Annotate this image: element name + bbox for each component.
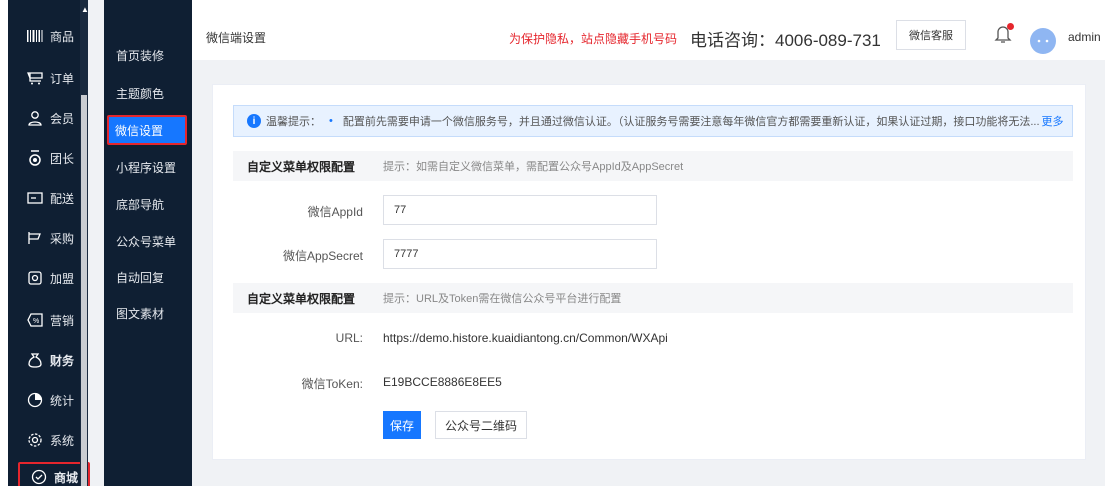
cart-icon <box>26 69 44 87</box>
sidebar-item-label: 团长 <box>50 151 75 166</box>
subnav-item-bottom-nav[interactable]: 底部导航 <box>110 189 190 219</box>
primary-sidebar: 商品 订单 会员 团长 配送 采购 加盟 % 营销 财务 统计 系统 商城 ▲ <box>0 0 90 486</box>
page-title: 微信端设置 <box>206 31 267 45</box>
scrollbar-thumb[interactable] <box>81 95 87 486</box>
avatar[interactable] <box>1030 28 1056 54</box>
settings-card: i 温馨提示： • 配置前先需要申请一个微信服务号，并且通过微信认证。（认证服务… <box>212 84 1086 460</box>
sidebar-item-label: 财务 <box>50 353 75 368</box>
url-label: URL: <box>335 331 363 345</box>
info-icon: i <box>247 114 261 128</box>
sidebar-item-marketing[interactable]: % 营销 <box>16 305 88 335</box>
phone-consult: 电话咨询：4006-089-731 <box>690 31 881 50</box>
truck-icon <box>26 189 44 207</box>
leader-icon <box>26 149 44 167</box>
appid-input[interactable] <box>383 195 657 225</box>
sidebar-item-goods[interactable]: 商品 <box>16 21 88 51</box>
appid-label: 微信AppId <box>307 205 363 219</box>
notification-dot <box>1007 23 1014 30</box>
subnav-item-miniprogram-settings[interactable]: 小程序设置 <box>110 152 190 182</box>
appsecret-input[interactable] <box>383 239 657 269</box>
subnav-item-media[interactable]: 图文素材 <box>110 298 190 328</box>
subnav-item-auto-reply[interactable]: 自动回复 <box>110 262 190 292</box>
sidebar-item-label: 采购 <box>50 231 75 246</box>
subnav-item-home-decoration[interactable]: 首页装修 <box>110 40 190 70</box>
shop-icon <box>30 468 48 486</box>
gear-icon <box>26 431 44 449</box>
sidebar-item-label: 商城 <box>54 470 79 485</box>
sidebar-item-delivery[interactable]: 配送 <box>16 183 88 213</box>
tip-text: 配置前先需要申请一个微信服务号，并且通过微信认证。（认证服务号需要注意每年微信官… <box>342 116 1040 128</box>
section-hint: 提示：如需自定义微信菜单，需配置公众号AppId及AppSecret <box>383 161 684 173</box>
franchise-icon <box>26 269 44 287</box>
sidebar-item-label: 统计 <box>50 393 75 408</box>
svg-text:%: % <box>33 318 39 325</box>
token-label: 微信ToKen: <box>301 377 363 391</box>
token-value: E19BCCE8886E8EE5 <box>383 375 502 389</box>
subnav-item-official-menu[interactable]: 公众号菜单 <box>110 226 190 256</box>
appsecret-label: 微信AppSecret <box>282 249 363 263</box>
subnav-item-wechat-settings[interactable]: 微信设置 <box>107 115 187 145</box>
subnav-item-theme-color[interactable]: 主题颜色 <box>110 78 190 108</box>
discount-icon: % <box>26 311 44 329</box>
sidebar-item-stats[interactable]: 统计 <box>16 385 88 415</box>
sidebar-item-franchise[interactable]: 加盟 <box>16 263 88 293</box>
sidebar-item-label: 加盟 <box>50 271 75 286</box>
tip-more-link[interactable]: 更多 <box>1042 113 1064 129</box>
barcode-icon <box>26 27 44 45</box>
purchase-icon <box>26 229 44 247</box>
sidebar-item-label: 营销 <box>50 313 75 328</box>
sidebar-item-label: 配送 <box>50 191 75 206</box>
save-button[interactable]: 保存 <box>383 411 421 439</box>
sidebar-item-label: 商品 <box>50 29 75 44</box>
section-hint: 提示：URL及Token需在微信公众号平台进行配置 <box>383 293 622 305</box>
sidebar-item-purchase[interactable]: 采购 <box>16 223 88 253</box>
section-header-appid: 自定义菜单权限配置 提示：如需自定义微信菜单，需配置公众号AppId及AppSe… <box>233 151 1073 181</box>
section-header-url: 自定义菜单权限配置 提示：URL及Token需在微信公众号平台进行配置 <box>233 283 1073 313</box>
dot-separator: • <box>329 115 333 127</box>
sidebar-item-label: 订单 <box>50 71 75 86</box>
user-icon <box>26 109 44 127</box>
finance-icon <box>26 351 44 369</box>
section-title: 自定义菜单权限配置 <box>247 159 356 174</box>
username[interactable]: admin <box>1068 30 1101 44</box>
wechat-service-button[interactable]: 微信客服 <box>896 20 966 50</box>
privacy-notice: 为保护隐私，站点隐藏手机号码 <box>509 32 678 46</box>
sidebar-item-leader[interactable]: 团长 <box>16 143 88 173</box>
qrcode-button[interactable]: 公众号二维码 <box>435 411 527 439</box>
header: 微信端设置 为保护隐私，站点隐藏手机号码 电话咨询：4006-089-731 微… <box>192 0 1105 60</box>
section-title: 自定义菜单权限配置 <box>247 291 356 306</box>
url-value: https://demo.histore.kuaidiantong.cn/Com… <box>383 331 668 345</box>
tip-title: 温馨提示： <box>266 116 321 128</box>
sidebar-scrollbar[interactable]: ▲ <box>80 0 89 486</box>
sidebar-item-orders[interactable]: 订单 <box>16 63 88 93</box>
sidebar-item-system[interactable]: 系统 <box>16 425 88 455</box>
sidebar-item-label: 会员 <box>50 111 75 126</box>
tip-banner: i 温馨提示： • 配置前先需要申请一个微信服务号，并且通过微信认证。（认证服务… <box>233 105 1073 137</box>
secondary-sidebar: 首页装修 主题颜色 微信设置 小程序设置 底部导航 公众号菜单 自动回复 图文素… <box>104 0 192 486</box>
sidebar-item-members[interactable]: 会员 <box>16 103 88 133</box>
sidebar-item-finance[interactable]: 财务 <box>16 345 88 375</box>
scroll-up-arrow-icon[interactable]: ▲ <box>81 6 89 14</box>
sidebar-item-label: 系统 <box>50 433 75 448</box>
chart-icon <box>26 391 44 409</box>
